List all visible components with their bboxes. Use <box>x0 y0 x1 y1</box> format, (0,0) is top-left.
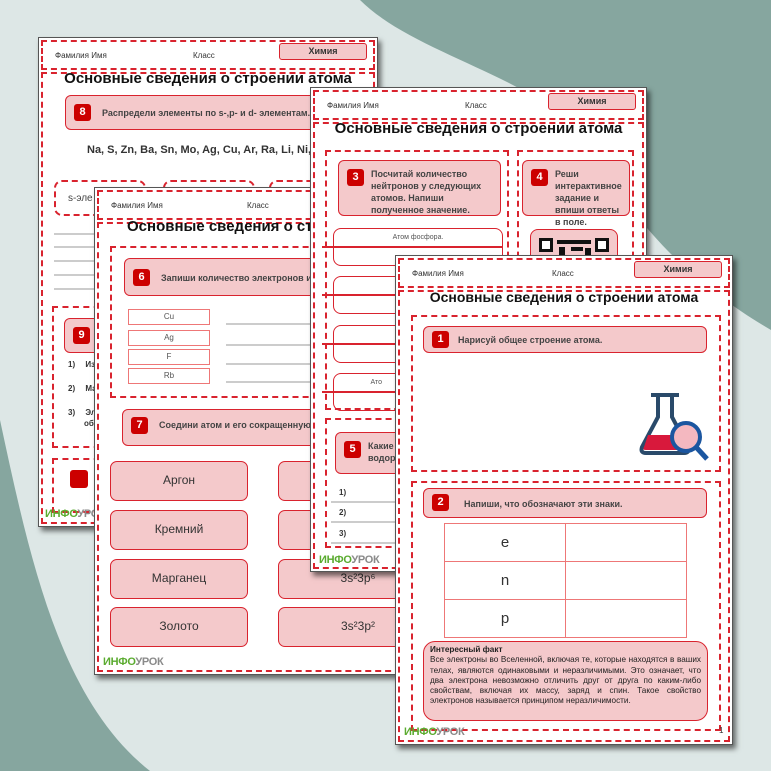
option-manganese[interactable]: Марганец <box>110 559 248 599</box>
atom-label: Атом фосфора. <box>392 234 444 241</box>
infourok-logo: ИНФОУРОК <box>103 656 164 668</box>
task-text: Напиши, что обозначают эти знаки. <box>464 499 623 509</box>
task-number: 2 <box>432 494 449 511</box>
infourok-logo: ИНФОУРОК <box>319 554 380 566</box>
answer-cell[interactable] <box>565 523 687 562</box>
elements-list: Na, S, Zn, Ba, Sn, Mo, Ag, Cu, Ar, Ra, L… <box>87 144 329 156</box>
item-number: 2) <box>339 508 347 517</box>
task-4: 4 Реши интерактивное задание и впиши отв… <box>522 160 630 227</box>
item-number: 1) <box>68 360 76 369</box>
page-header: Фамилия Имя Класс Химия <box>41 40 375 70</box>
class-label: Класс <box>465 101 487 110</box>
option-3s2-3p2[interactable]: 3s²3p² <box>278 607 413 647</box>
page-header: Фамилия Имя Класс Химия <box>398 258 730 288</box>
class-label: Класс <box>552 269 574 278</box>
item-text: об <box>84 419 94 428</box>
fact-title: Интересный факт <box>430 645 503 654</box>
task-number: 1 <box>432 331 449 348</box>
name-label: Фамилия Имя <box>327 101 379 110</box>
flask-magnifier-icon <box>639 393 709 461</box>
page-header: Фамилия Имя Класс Химия <box>313 90 644 120</box>
task-1: 1 Нарисуй общее строение атома. <box>423 326 707 353</box>
fact-text: Все электроны во Вселенной, включая те, … <box>430 655 701 706</box>
page-number: 1 <box>719 726 724 735</box>
class-label: Класс <box>247 201 269 210</box>
name-label: Фамилия Имя <box>111 201 163 210</box>
symbol-cell: p <box>444 599 566 638</box>
option-gold[interactable]: Золото <box>110 607 248 647</box>
subject-badge: Химия <box>634 261 722 278</box>
option-silicon[interactable]: Кремний <box>110 510 248 550</box>
answer-cell[interactable] <box>565 561 687 600</box>
name-label: Фамилия Имя <box>412 269 464 278</box>
item-number: 2) <box>68 384 76 393</box>
worksheet-page-1-2: Фамилия Имя Класс Химия Основные сведени… <box>395 255 733 745</box>
item-number: 3) <box>339 529 347 538</box>
name-label: Фамилия Имя <box>55 51 107 60</box>
task-number: 5 <box>344 441 361 458</box>
atom-cell: F <box>128 349 210 365</box>
symbol-cell: e <box>444 523 566 562</box>
task-number: 9 <box>73 327 90 344</box>
task-text: Реши интерактивное задание и впиши ответ… <box>555 169 622 227</box>
task-number: 7 <box>131 417 148 434</box>
page-title: Основные сведения о строении атома <box>334 120 623 137</box>
task-text: Нарисуй общее строение атома. <box>458 335 603 345</box>
item-number: 1) <box>339 488 347 497</box>
task-number: 3 <box>347 169 364 186</box>
subject-badge: Химия <box>279 43 367 60</box>
interesting-fact-box: Интересный факт Все электроны во Вселенн… <box>423 641 708 721</box>
option-argon[interactable]: Аргон <box>110 461 248 501</box>
page-title: Основные сведения о строении атома <box>64 70 352 87</box>
atom-cell: Cu <box>128 309 210 325</box>
infourok-logo: ИНФОУРОК <box>404 726 465 738</box>
subject-badge: Химия <box>548 93 636 110</box>
task-number: 8 <box>74 104 91 121</box>
page-title: Основные сведения о строении атома <box>429 289 699 305</box>
answer-cell[interactable] <box>565 599 687 638</box>
symbols-table: e n p <box>444 523 687 638</box>
s-box-label: s-эле <box>68 193 93 204</box>
task-text: Посчитай количество нейтронов у следующи… <box>371 169 482 215</box>
class-label: Класс <box>193 51 215 60</box>
symbol-cell: n <box>444 561 566 600</box>
atom-cell: Rb <box>128 368 210 384</box>
task-number-badge <box>70 470 88 488</box>
atom-label: Ато <box>370 379 382 386</box>
task-number: 6 <box>133 269 150 286</box>
item-number: 3) <box>68 408 76 417</box>
task-2: 2 Напиши, что обозначают эти знаки. <box>423 488 707 518</box>
task-3: 3 Посчитай количество нейтронов у следую… <box>338 160 501 216</box>
atom-cell: Ag <box>128 330 210 346</box>
task-number: 4 <box>531 169 548 186</box>
